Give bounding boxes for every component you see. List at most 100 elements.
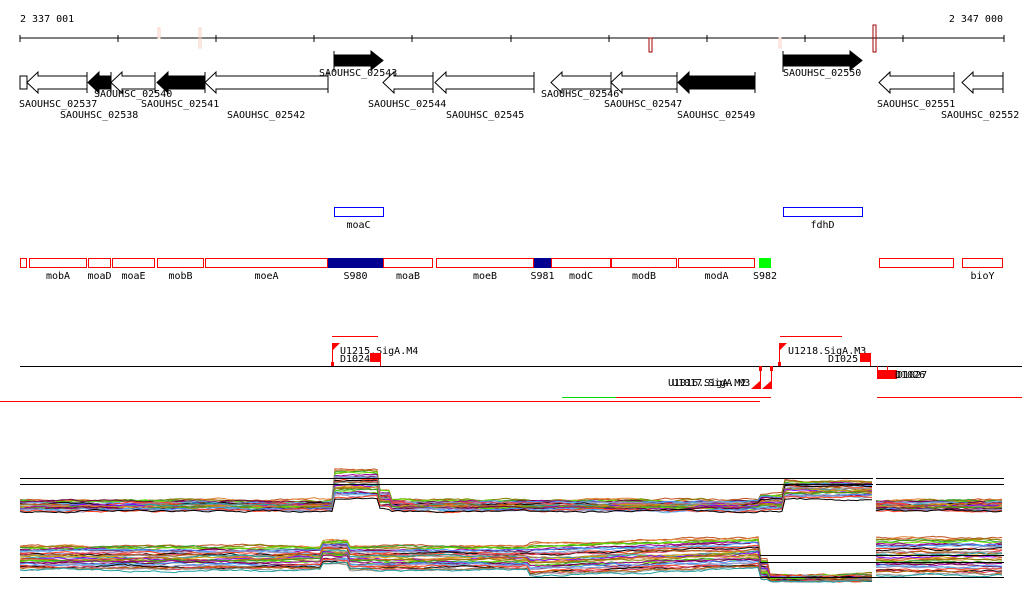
feature-label: modA <box>704 271 728 282</box>
feature-box[interactable] <box>29 258 87 268</box>
feature-box[interactable] <box>783 207 863 217</box>
coordinate-ruler: 2 337 001 2 347 000 <box>19 14 1005 53</box>
feature-box[interactable] <box>205 258 328 268</box>
terminator-marker[interactable]: D1025 <box>828 353 871 366</box>
gene-label: SAOUHSC_02547 <box>604 99 682 110</box>
gene-arrow[interactable] <box>382 70 434 95</box>
gene-saouhsc_02546[interactable]: SAOUHSC_02546 <box>541 70 619 100</box>
feature-moaC[interactable]: moaC <box>334 207 384 232</box>
feature-moae[interactable]: moaE <box>112 258 155 283</box>
feature-moeb[interactable]: moeB <box>436 258 534 283</box>
terminator-label: D1024 <box>340 354 370 365</box>
expression-panel-bottom <box>19 535 1003 583</box>
feature-moad[interactable]: moaD <box>87 258 112 283</box>
gene-arrow[interactable] <box>204 70 329 95</box>
feature-box[interactable] <box>551 258 611 268</box>
gene-track: SAOUHSC_02537SAOUHSC_02538SAOUHSC_02540S… <box>19 49 1019 121</box>
expression-panel-top <box>19 468 1003 514</box>
feature-label: mobA <box>46 271 70 282</box>
feature-label: moaB <box>396 271 420 282</box>
ruler-marker[interactable] <box>648 37 653 53</box>
expression-track <box>19 468 1004 583</box>
feature-box[interactable] <box>962 258 1003 268</box>
terminator-label: D1025 <box>828 354 858 365</box>
expression-trace <box>19 468 873 503</box>
feature-label: S980 <box>343 271 367 282</box>
feature-s981[interactable]: S981 <box>530 258 555 282</box>
gene-label: SAOUHSC_02551 <box>877 99 955 110</box>
gene-label: SAOUHSC_02541 <box>141 99 219 110</box>
feature-label: moeB <box>473 271 497 282</box>
feature-label: S981 <box>530 271 554 282</box>
terminator-label: D1027 <box>897 370 927 381</box>
gene-arrow[interactable] <box>677 70 756 95</box>
genome-browser-view: 2 337 001 2 347 000 SAOUHSC_02537SAOUHSC… <box>0 14 1022 583</box>
gene-saouhsc_02542[interactable]: SAOUHSC_02542 <box>204 70 329 121</box>
feature-box[interactable] <box>759 258 771 268</box>
gene-arrow[interactable] <box>961 70 1004 95</box>
gene-arrow[interactable] <box>26 70 88 95</box>
feature-moda[interactable]: modA <box>678 258 755 283</box>
feature-box[interactable] <box>678 258 755 268</box>
feature-label: moaC <box>346 220 370 231</box>
feature-box[interactable] <box>879 258 954 268</box>
feature-bioy[interactable]: bioY <box>962 258 1003 283</box>
gene-saouhsc_02545[interactable]: SAOUHSC_02545 <box>434 70 535 121</box>
feature-box[interactable] <box>157 258 204 268</box>
gene-saouhsc_02543[interactable]: SAOUHSC_02543 <box>319 49 397 79</box>
gene-saouhsc_02550[interactable]: SAOUHSC_02550 <box>782 49 863 79</box>
feature-label: bioY <box>970 271 994 282</box>
promoter-label: U1017.SigA.M3 <box>672 378 750 389</box>
gene-label: SAOUHSC_02550 <box>783 68 861 79</box>
gene-saouhsc_02549[interactable]: SAOUHSC_02549 <box>677 70 756 121</box>
feature-box[interactable] <box>20 258 27 268</box>
gene-label: SAOUHSC_02552 <box>941 110 1019 121</box>
feature-s982[interactable]: S982 <box>753 258 777 282</box>
ruler-start-label: 2 337 001 <box>20 14 74 25</box>
terminator-marker[interactable]: D1026D1027 <box>877 366 927 381</box>
gene-arrow[interactable] <box>156 70 206 95</box>
feature-label: S982 <box>753 271 777 282</box>
feature-fdhD[interactable]: fdhD <box>783 207 863 232</box>
feature-label: modB <box>632 271 656 282</box>
gene-label: SAOUHSC_02543 <box>319 68 397 79</box>
terminator-marker[interactable]: D1024 <box>340 353 381 366</box>
ruler-marker[interactable] <box>778 37 782 49</box>
feature-box[interactable] <box>383 258 433 268</box>
feature-track: mobA moaD moaE mobB moeA S980 moaB moeB S981 modC… <box>20 258 1003 283</box>
gene-saouhsc_02537[interactable]: SAOUHSC_02537 <box>19 70 97 110</box>
gene-arrow[interactable] <box>878 70 955 95</box>
gene-label: SAOUHSC_02549 <box>677 110 755 121</box>
expression-trace <box>19 469 873 504</box>
feature-label: moaE <box>121 271 145 282</box>
ruler-end-label: 2 347 000 <box>949 14 1003 25</box>
feature-moba[interactable]: mobA <box>29 258 87 283</box>
feature-moab[interactable]: moaB <box>383 258 433 283</box>
gene-label: SAOUHSC_02538 <box>60 110 138 121</box>
feature-unnamed[interactable] <box>879 258 954 268</box>
feature-box[interactable] <box>534 258 551 268</box>
feature-box[interactable] <box>334 207 384 217</box>
gene-unnamed[interactable] <box>19 75 28 90</box>
feature-label: fdhD <box>810 220 834 231</box>
ruler-marker[interactable] <box>157 27 161 39</box>
feature-label: mobB <box>168 271 192 282</box>
feature-modb[interactable]: modB <box>611 258 677 283</box>
feature-modc[interactable]: modC <box>551 258 611 283</box>
feature-s980[interactable]: S980 <box>328 258 383 282</box>
feature-box[interactable] <box>88 258 111 268</box>
gene-label: SAOUHSC_02537 <box>19 99 97 110</box>
feature-mobb[interactable]: mobB <box>157 258 204 283</box>
feature-box[interactable] <box>611 258 677 268</box>
gene-box[interactable] <box>19 75 28 90</box>
gene-arrow[interactable] <box>434 70 535 95</box>
gene-arrow[interactable] <box>610 70 678 95</box>
gene-saouhsc_02551[interactable]: SAOUHSC_02551 <box>877 70 955 110</box>
upper-feature-track: moaC fdhD <box>334 207 863 232</box>
feature-box[interactable] <box>436 258 534 268</box>
feature-box[interactable] <box>112 258 155 268</box>
feature-box[interactable] <box>328 258 383 268</box>
feature-unnamed[interactable] <box>20 258 27 268</box>
gene-label: SAOUHSC_02545 <box>446 110 524 121</box>
feature-moea[interactable]: moeA <box>205 258 328 283</box>
